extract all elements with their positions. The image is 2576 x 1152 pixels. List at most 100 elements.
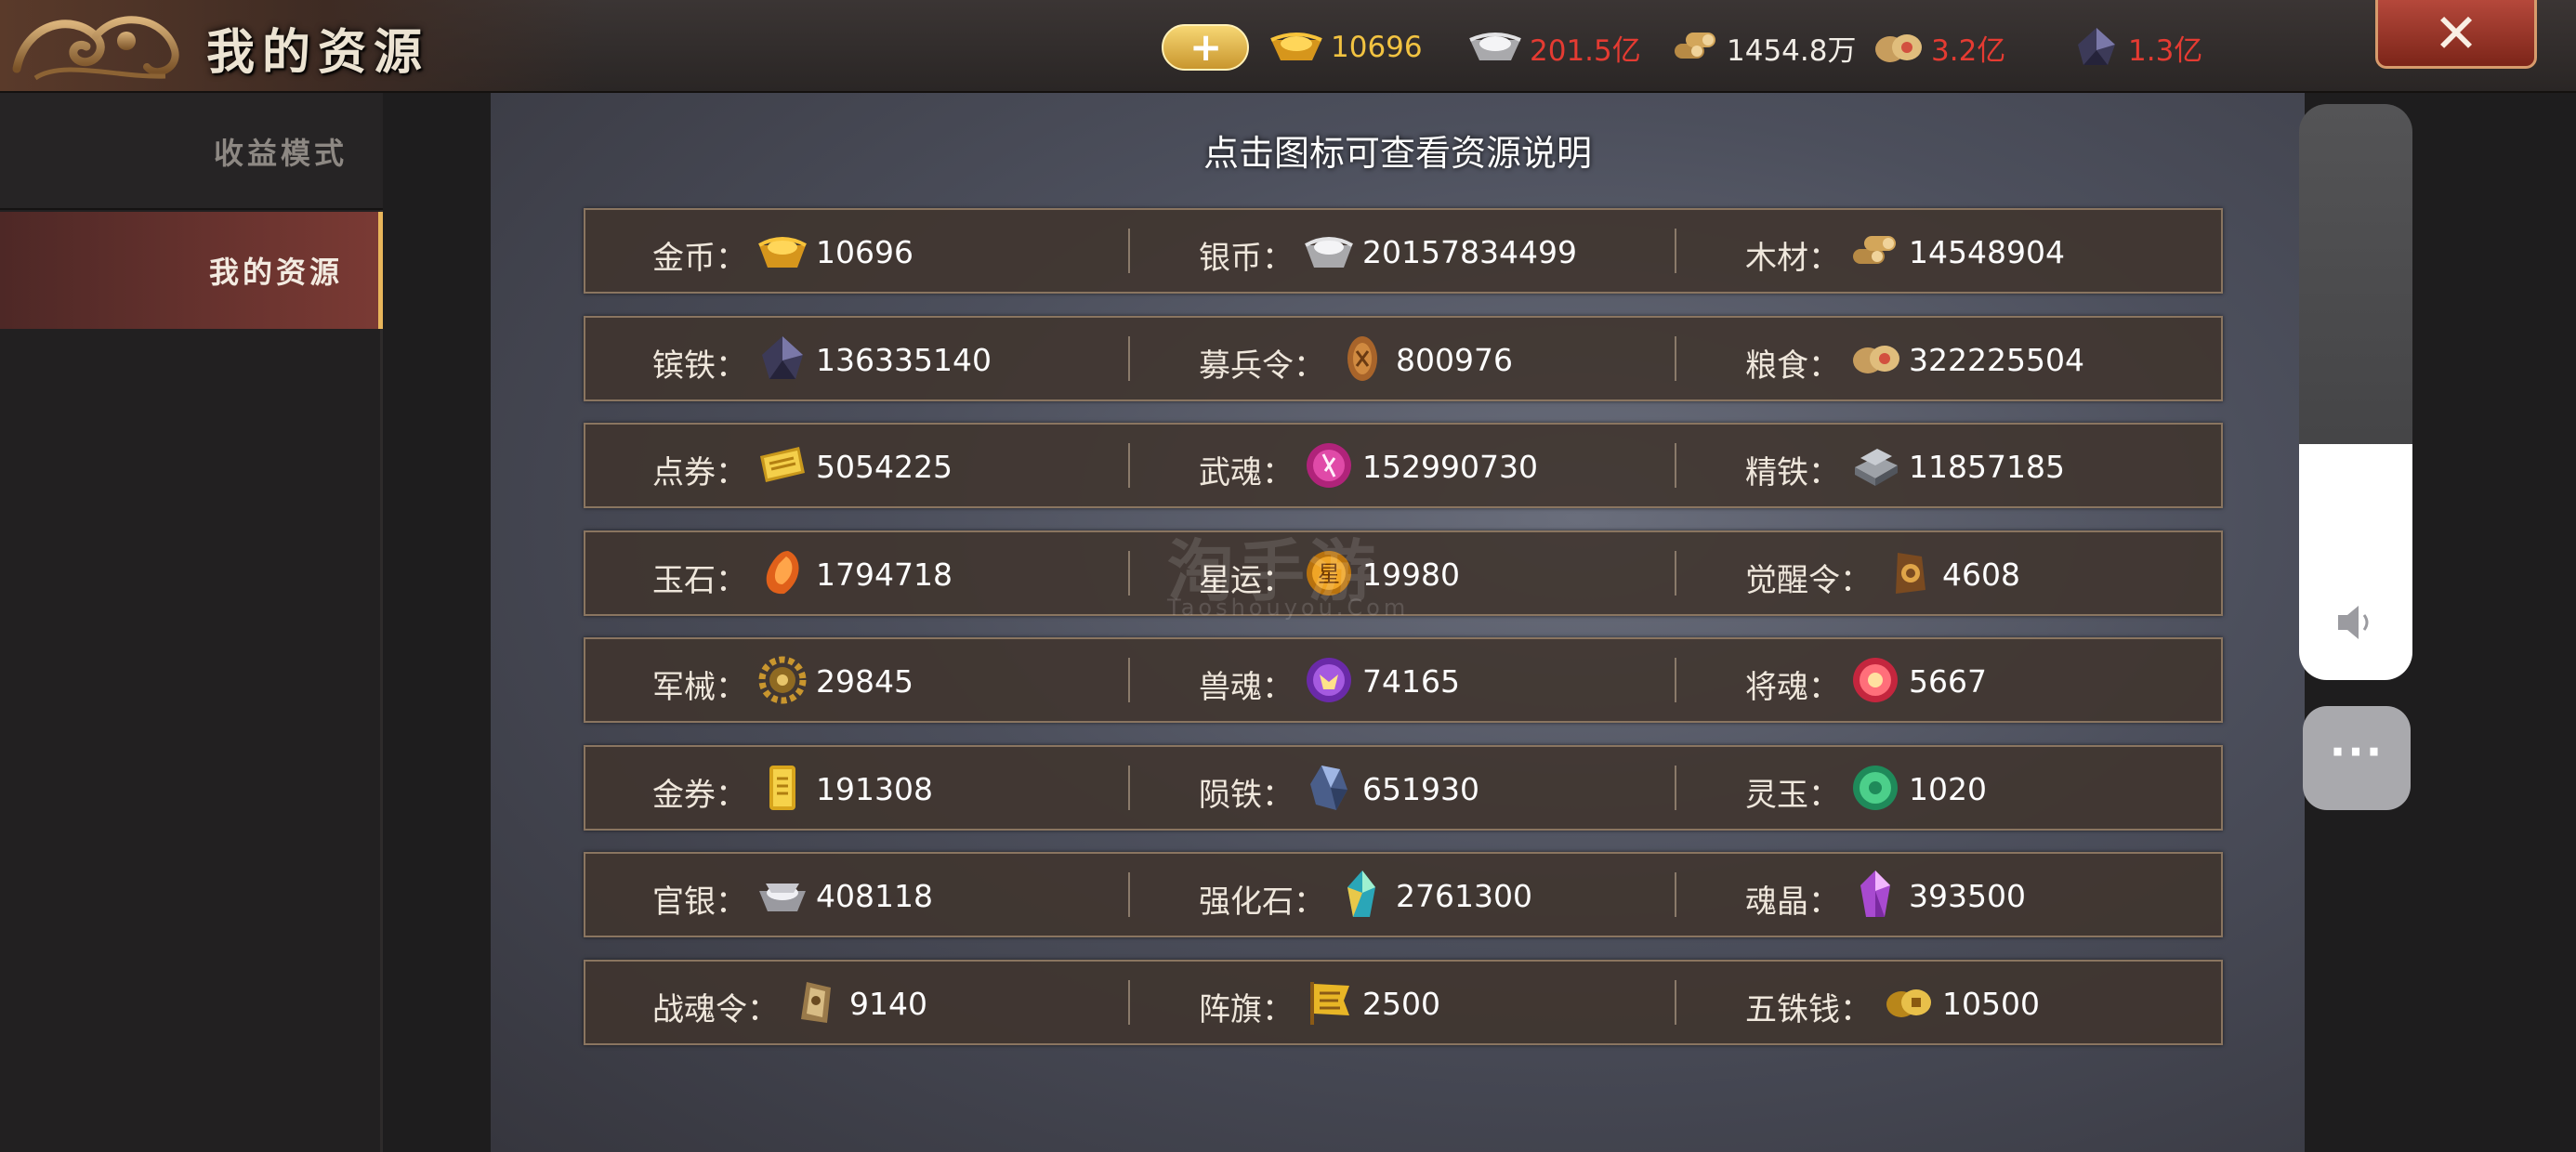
beast-soul-icon[interactable] <box>1303 654 1355 706</box>
resource-cell[interactable]: 募兵令： 800976 <box>1132 318 1678 399</box>
meteor-iron-icon[interactable] <box>1303 762 1355 814</box>
column-divider <box>1675 872 1676 917</box>
resource-value: 9140 <box>849 986 927 1022</box>
war-soul-icon[interactable] <box>1303 439 1355 491</box>
resource-cell[interactable]: 金币： 10696 <box>585 210 1132 292</box>
general-soul-icon[interactable] <box>1849 654 1901 706</box>
resource-row: 战魂令： 9140 阵旗： 2500 五铢钱： 10500 <box>584 960 2223 1045</box>
enhance-stone-icon[interactable] <box>1336 869 1388 921</box>
volume-slider[interactable] <box>2299 104 2412 680</box>
resource-cell[interactable]: 粮食： 322225504 <box>1678 318 2225 399</box>
column-divider <box>1675 229 1676 273</box>
column-divider <box>1675 766 1676 810</box>
currency-iron[interactable]: 1.3亿 <box>2072 24 2202 71</box>
resource-name: 募兵令： <box>1199 347 1325 385</box>
sidebar-item-income-mode[interactable]: 收益模式 <box>0 93 383 210</box>
column-divider <box>1128 766 1130 810</box>
resource-name: 强化石： <box>1199 884 1325 921</box>
resource-name: 将魂： <box>1745 669 1840 706</box>
official-silver-icon[interactable] <box>756 869 808 921</box>
grain-icon[interactable] <box>1849 333 1901 385</box>
column-divider <box>1128 336 1130 381</box>
silver-ingot-icon[interactable] <box>1303 225 1355 277</box>
resource-cell[interactable]: 将魂： 5667 <box>1678 639 2225 721</box>
panel-hint: 点击图标可查看资源说明 <box>1203 133 1592 174</box>
title-plate: 我的资源 <box>0 0 595 91</box>
gold-ingot-icon[interactable] <box>756 225 808 277</box>
resource-cell[interactable]: 灵玉： 1020 <box>1678 747 2225 829</box>
soul-crystal-icon[interactable] <box>1849 869 1901 921</box>
battle-soul-token-icon[interactable] <box>790 976 842 1028</box>
page-title: 我的资源 <box>206 24 430 81</box>
currency-silver[interactable]: 201.5亿 <box>1468 24 1641 71</box>
column-divider <box>1675 336 1676 381</box>
resource-row: 镔铁： 136335140 募兵令： 800976 粮食： 322225504 <box>584 316 2223 401</box>
voucher-icon[interactable] <box>756 439 808 491</box>
resource-cell[interactable]: 五铢钱： 10500 <box>1678 962 2225 1043</box>
watermark-subtitle: Taoshouyou.Com <box>1167 595 1410 621</box>
resource-value: 1794718 <box>816 556 953 593</box>
formation-flag-icon[interactable] <box>1303 976 1355 1028</box>
resource-name: 精铁： <box>1745 454 1840 491</box>
resource-row: 点券： 5054225 武魂： 152990730 精铁： 11857185 <box>584 423 2223 508</box>
resource-cell[interactable]: 金券： 191308 <box>585 747 1132 829</box>
add-currency-button[interactable]: + <box>1162 24 1249 71</box>
resource-name: 战魂令： <box>652 991 779 1028</box>
column-divider <box>1128 229 1130 273</box>
resource-cell[interactable]: 点券： 5054225 <box>585 425 1132 506</box>
resource-name: 木材： <box>1745 240 1840 277</box>
resource-name: 金券： <box>652 777 747 814</box>
resource-name: 点券： <box>652 454 747 491</box>
resource-cell[interactable]: 木材： 14548904 <box>1678 210 2225 292</box>
resource-cell[interactable]: 军械： 29845 <box>585 639 1132 721</box>
currency-gold[interactable]: 10696 <box>1269 24 1423 71</box>
close-button[interactable]: ✕ <box>2375 0 2537 69</box>
gold-scroll-icon[interactable] <box>756 762 808 814</box>
resource-cell[interactable]: 觉醒令： 4608 <box>1678 532 2225 614</box>
resource-row: 金币： 10696 银币： 20157834499 木材： 14548904 <box>584 208 2223 294</box>
wood-icon[interactable] <box>1849 225 1901 277</box>
resource-value: 10696 <box>816 234 913 270</box>
gear-icon[interactable] <box>756 654 808 706</box>
resource-value: 5667 <box>1909 663 1987 700</box>
iron-ore-icon[interactable] <box>756 333 808 385</box>
resource-name: 玉石： <box>652 562 747 599</box>
column-divider <box>1128 980 1130 1025</box>
resource-name: 陨铁： <box>1199 777 1294 814</box>
currency-grain[interactable]: 3.2亿 <box>1872 24 2005 71</box>
coin-icon[interactable] <box>1883 976 1935 1028</box>
resource-value: 10500 <box>1942 986 2040 1022</box>
resource-cell[interactable]: 魂晶： 393500 <box>1678 854 2225 936</box>
resource-value: 20157834499 <box>1362 234 1577 270</box>
resource-row: 军械： 29845 兽魂： 74165 将魂： 5667 <box>584 637 2223 723</box>
more-options-button[interactable]: ··· <box>2303 706 2411 810</box>
wood-icon <box>1675 33 1715 59</box>
dragon-ornament-icon <box>12 16 179 81</box>
spirit-jade-icon[interactable] <box>1849 762 1901 814</box>
resource-cell[interactable]: 兽魂： 74165 <box>1132 639 1678 721</box>
recruit-token-icon[interactable] <box>1336 333 1388 385</box>
refined-iron-icon[interactable] <box>1849 439 1901 491</box>
resource-name: 五铢钱： <box>1745 991 1872 1028</box>
resource-cell[interactable]: 武魂： 152990730 <box>1132 425 1678 506</box>
awaken-token-icon[interactable] <box>1883 547 1935 599</box>
resource-cell[interactable]: 精铁： 11857185 <box>1678 425 2225 506</box>
resource-cell[interactable]: 玉石： 1794718 <box>585 532 1132 614</box>
resource-name: 官银： <box>652 884 747 921</box>
resource-cell[interactable]: 战魂令： 9140 <box>585 962 1132 1043</box>
resource-cell[interactable]: 银币： 20157834499 <box>1132 210 1678 292</box>
resource-cell[interactable]: 强化石： 2761300 <box>1132 854 1678 936</box>
resource-name: 阵旗： <box>1199 991 1294 1028</box>
resource-cell[interactable]: 镔铁： 136335140 <box>585 318 1132 399</box>
resource-name: 魂晶： <box>1745 884 1840 921</box>
sidebar-item-my-resources[interactable]: 我的资源 <box>0 212 383 329</box>
jade-stone-icon[interactable] <box>756 547 808 599</box>
resource-cell[interactable]: 阵旗： 2500 <box>1132 962 1678 1043</box>
resource-cell[interactable]: 陨铁： 651930 <box>1132 747 1678 829</box>
column-divider <box>1675 443 1676 488</box>
currency-wood[interactable]: 1454.8万 <box>1671 24 1856 71</box>
resource-cell[interactable]: 官银： 408118 <box>585 854 1132 936</box>
resource-name: 镔铁： <box>652 347 747 385</box>
column-divider <box>1675 658 1676 702</box>
currency-value: 10696 <box>1331 31 1423 64</box>
